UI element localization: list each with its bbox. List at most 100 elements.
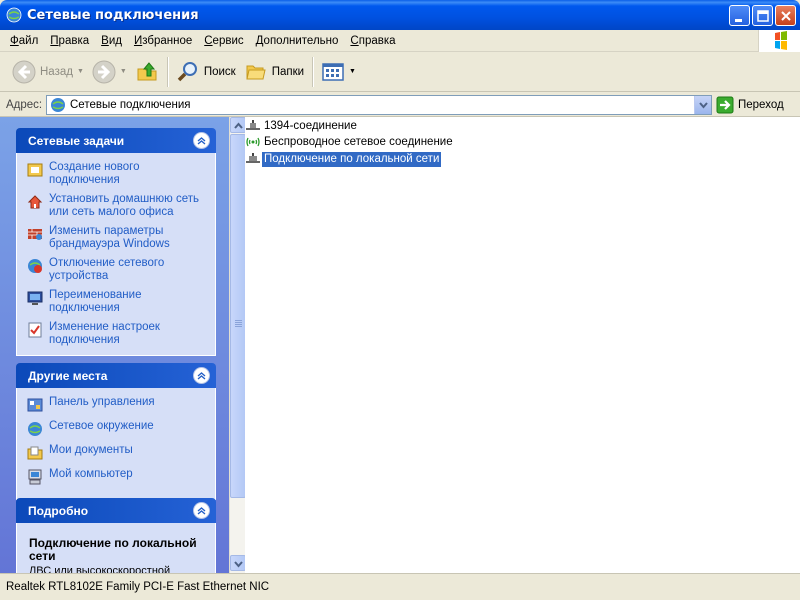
back-dropdown-icon[interactable]: ▼	[77, 68, 84, 75]
toolbar-separator	[312, 56, 314, 87]
network-places-icon	[28, 422, 42, 436]
control-panel-icon	[27, 398, 43, 412]
my-documents-icon	[27, 446, 43, 460]
menu-advanced[interactable]: Дополнительно	[250, 35, 345, 47]
network-tasks-header[interactable]: Сетевые задачи	[16, 128, 216, 153]
details-title: Подробно	[28, 503, 89, 518]
collapse-icon[interactable]	[193, 502, 210, 519]
other-places-header[interactable]: Другие места	[16, 363, 216, 388]
network-connections-icon	[6, 7, 22, 23]
chevron-down-icon	[699, 101, 708, 109]
folders-label: Папки	[271, 65, 305, 78]
place-label: Сетевое окружение	[49, 420, 154, 432]
views-button[interactable]: ▼	[317, 55, 360, 89]
menu-tools[interactable]: Сервис	[198, 35, 249, 47]
disable-network-icon	[28, 259, 42, 273]
go-label: Переход	[738, 98, 784, 111]
network-tasks-title: Сетевые задачи	[28, 133, 125, 148]
place-label: Панель управления	[49, 396, 155, 408]
scroll-thumb[interactable]	[230, 134, 246, 498]
place-my-computer[interactable]: Мой компьютер	[27, 468, 207, 485]
maximize-button[interactable]	[752, 5, 773, 26]
task-disable-device[interactable]: Отключение сетевого устройства	[27, 257, 207, 283]
task-label: Переименование подключения	[49, 289, 142, 314]
search-icon	[177, 61, 197, 81]
back-button[interactable]: Назад ▼	[8, 55, 88, 89]
menu-favorites[interactable]: Избранное	[128, 35, 198, 47]
folder-up-icon	[137, 61, 157, 80]
menu-view[interactable]: Вид	[95, 35, 128, 47]
task-rename-connection[interactable]: Переименование подключения	[27, 289, 207, 315]
folders-icon	[246, 65, 266, 79]
address-label: Адрес:	[6, 98, 43, 111]
address-field[interactable]: Сетевые подключения	[46, 94, 712, 115]
toolbar-separator	[166, 56, 168, 87]
details-panel: Подробно Подключение по локальной сети Л…	[16, 498, 216, 573]
task-label: Изменение настроек подключения	[49, 321, 160, 346]
details-connection-type: ЛВС или высокоскоростной	[29, 565, 171, 573]
status-bar: Realtek RTL8102E Family PCI-E Fast Ether…	[0, 573, 800, 600]
scroll-down-button[interactable]	[230, 555, 246, 571]
firewire-connection-icon	[246, 120, 260, 130]
menu-help[interactable]: Справка	[344, 35, 401, 47]
network-connections-icon	[51, 97, 65, 112]
close-button[interactable]	[775, 5, 796, 26]
minimize-button[interactable]	[729, 5, 750, 26]
settings-check-icon	[28, 322, 42, 338]
menu-file[interactable]: Файл	[4, 35, 44, 47]
place-label: Мои документы	[49, 444, 133, 456]
task-pane: Сетевые задачи Создание нового подключен…	[0, 117, 229, 573]
task-home-network[interactable]: Установить домашнюю сеть или сеть малого…	[27, 193, 207, 219]
search-button[interactable]: Поиск	[172, 55, 240, 89]
forward-button[interactable]: ▼	[88, 55, 131, 89]
task-pane-scrollbar[interactable]	[229, 117, 246, 573]
go-button[interactable]: Переход	[716, 96, 784, 114]
scroll-grip	[235, 320, 242, 328]
connection-item[interactable]: 1394-соединение	[245, 118, 359, 134]
details-connection-name: Подключение по локальной сети	[29, 536, 197, 563]
rename-icon	[27, 291, 43, 305]
collapse-icon[interactable]	[193, 367, 210, 384]
scroll-up-button[interactable]	[230, 117, 246, 133]
menu-bar: Файл Правка Вид Избранное Сервис Дополни…	[0, 30, 800, 52]
forward-arrow-icon	[92, 60, 116, 83]
connection-item-selected[interactable]: Подключение по локальной сети	[245, 151, 442, 167]
collapse-icon[interactable]	[193, 132, 210, 149]
folders-button[interactable]: Папки	[240, 55, 308, 89]
home-network-icon	[27, 195, 43, 209]
place-label: Мой компьютер	[49, 468, 133, 480]
status-text: Realtek RTL8102E Family PCI-E Fast Ether…	[6, 581, 270, 593]
place-my-documents[interactable]: Мои документы	[27, 444, 207, 461]
up-button[interactable]	[131, 55, 163, 89]
wireless-connection-icon	[246, 137, 260, 147]
other-places-body: Панель управления Сетевое окружение Мои …	[16, 388, 216, 500]
details-header[interactable]: Подробно	[16, 498, 216, 523]
menu-edit[interactable]: Правка	[44, 35, 95, 47]
task-create-connection[interactable]: Создание нового подключения	[27, 161, 207, 187]
network-tasks-panel: Сетевые задачи Создание нового подключен…	[16, 128, 216, 356]
back-arrow-icon	[12, 60, 36, 83]
forward-dropdown-icon[interactable]: ▼	[120, 68, 127, 75]
my-computer-icon	[28, 469, 42, 485]
place-network-places[interactable]: Сетевое окружение	[27, 420, 207, 437]
windows-logo-icon	[758, 30, 800, 52]
views-icon	[322, 62, 344, 81]
task-firewall-settings[interactable]: Изменить параметры брандмауэра Windows	[27, 225, 207, 251]
task-change-settings[interactable]: Изменение настроек подключения	[27, 321, 207, 347]
toolbar: Назад ▼ ▼ Поиск Папки ▼	[0, 52, 800, 92]
other-places-panel: Другие места Панель управления Сетевое о…	[16, 363, 216, 500]
title-bar[interactable]: Сетевые подключения	[0, 0, 800, 30]
new-connection-icon	[27, 163, 43, 177]
task-label: Установить домашнюю сеть или сеть малого…	[49, 193, 200, 218]
connection-name: Беспроводное сетевое соединение	[264, 135, 453, 148]
task-label: Создание нового подключения	[49, 161, 140, 186]
place-control-panel[interactable]: Панель управления	[27, 396, 207, 413]
connection-name: Подключение по локальной сети	[262, 151, 442, 167]
back-label: Назад	[40, 65, 73, 78]
views-dropdown-icon[interactable]: ▼	[349, 68, 356, 75]
other-places-title: Другие места	[28, 368, 108, 383]
window-title: Сетевые подключения	[27, 7, 199, 23]
connection-item[interactable]: Беспроводное сетевое соединение	[245, 134, 455, 150]
connections-list: 1394-соединение Беспроводное сетевое сое…	[245, 117, 800, 573]
address-dropdown-button[interactable]	[694, 95, 711, 114]
